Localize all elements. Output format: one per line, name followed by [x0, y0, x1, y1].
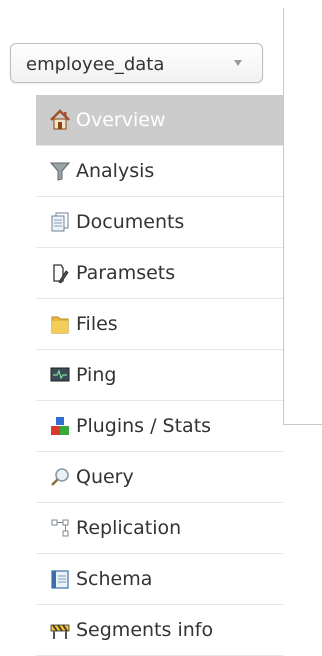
menu-item-documents[interactable]: Documents — [36, 197, 283, 248]
menu-item-label: Query — [76, 466, 134, 488]
menu-item-label: Replication — [76, 517, 182, 539]
menu-item-query[interactable]: Query — [36, 452, 283, 503]
book-icon — [51, 570, 69, 589]
menu-item-ping[interactable]: Ping — [36, 350, 283, 401]
magnifier-icon — [51, 468, 69, 486]
menu-item-plugins-stats[interactable]: Plugins / Stats — [36, 401, 283, 452]
menu-item-schema[interactable]: Schema — [36, 554, 283, 605]
core-selector-dropdown[interactable]: employee_data — [10, 43, 263, 83]
menu-item-replication[interactable]: Replication — [36, 503, 283, 554]
paramsets-icon — [53, 264, 69, 284]
menu-item-label: Segments info — [76, 619, 214, 641]
home-icon — [50, 109, 70, 130]
replication-icon — [51, 519, 69, 537]
core-selector-value: employee_data — [26, 54, 165, 75]
menu-item-label: Overview — [76, 109, 166, 131]
construction-icon — [50, 624, 70, 639]
menu-item-label: Schema — [76, 568, 153, 590]
menu-item-label: Paramsets — [76, 262, 176, 284]
chevron-down-icon — [234, 60, 242, 66]
menu-item-label: Analysis — [76, 160, 155, 182]
menu-item-label: Ping — [76, 364, 117, 386]
menu-item-overview[interactable]: Overview — [36, 95, 283, 146]
menu-item-label: Documents — [76, 211, 185, 233]
content-panel-bottom-border — [283, 424, 322, 425]
menu-item-files[interactable]: Files — [36, 299, 283, 350]
core-menu: Overview Analysis Documents Paramsets Fi… — [36, 95, 283, 656]
folder-icon — [51, 316, 69, 334]
menu-item-label: Files — [76, 313, 118, 335]
funnel-icon — [49, 162, 71, 181]
content-panel-left-border — [283, 8, 284, 424]
blocks-icon — [51, 417, 69, 435]
menu-item-paramsets[interactable]: Paramsets — [36, 248, 283, 299]
menu-item-segments-info[interactable]: Segments info — [36, 605, 283, 656]
monitor-icon — [50, 367, 70, 382]
documents-icon — [51, 212, 69, 232]
menu-item-analysis[interactable]: Analysis — [36, 146, 283, 197]
menu-item-label: Plugins / Stats — [76, 415, 212, 437]
